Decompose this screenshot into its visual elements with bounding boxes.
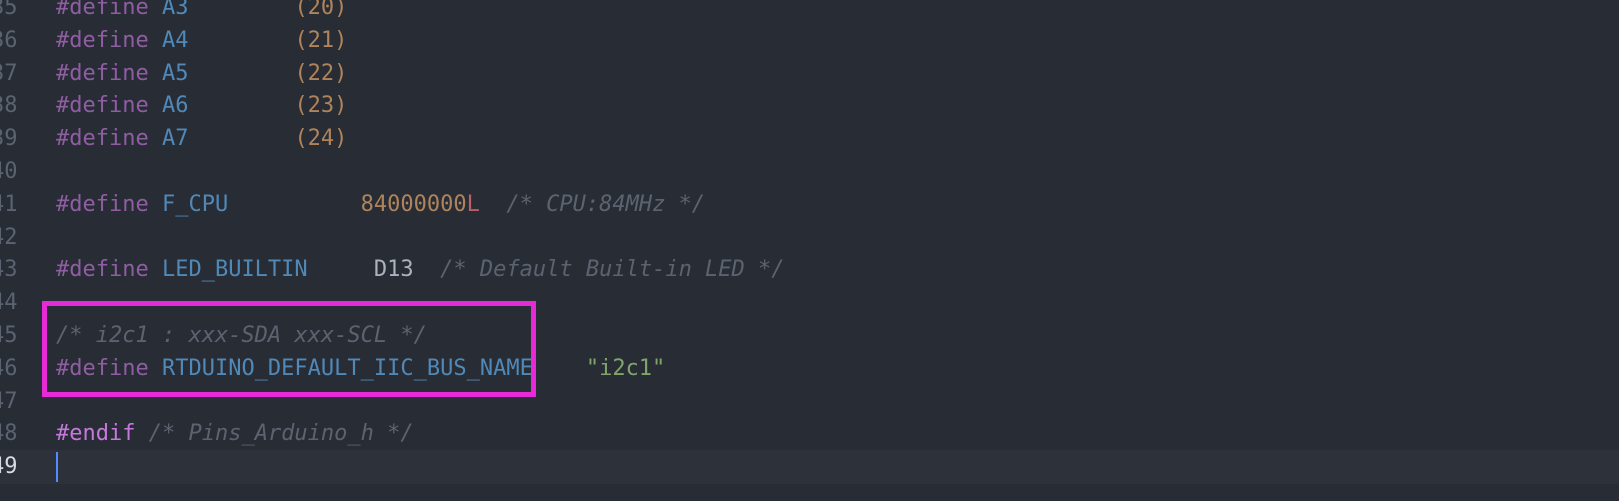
code-token: A3 bbox=[161, 0, 189, 20]
code-token: (22) bbox=[294, 60, 348, 86]
line-number: 35 bbox=[0, 0, 18, 20]
code-token: #define bbox=[56, 60, 149, 86]
code-token: #define bbox=[56, 0, 149, 20]
code-token: 84000000 bbox=[360, 191, 467, 217]
code-token: A7 bbox=[161, 126, 189, 152]
line-number: 48 bbox=[0, 421, 18, 447]
code-line[interactable]: 40 bbox=[0, 155, 1619, 189]
text-cursor bbox=[56, 452, 58, 483]
code-token: L bbox=[466, 191, 480, 217]
code-token: /* Default Built-in LED */ bbox=[440, 257, 785, 283]
code-text: #define A3 (20) bbox=[56, 0, 347, 25]
code-line[interactable]: 35 #define A3 (20) bbox=[0, 0, 1619, 25]
code-token: #define bbox=[56, 257, 149, 283]
code-text: #define A6 (23) bbox=[56, 89, 347, 123]
code-line[interactable]: 49 bbox=[0, 450, 1619, 484]
line-number: 44 bbox=[0, 290, 18, 316]
code-token: #define bbox=[56, 27, 149, 53]
line-number: 37 bbox=[0, 60, 18, 86]
code-token: A6 bbox=[161, 93, 189, 119]
code-text: #define A5 (22) bbox=[56, 57, 347, 91]
line-number: 43 bbox=[0, 257, 18, 283]
code-token: (21) bbox=[294, 27, 348, 53]
code-token: (20) bbox=[294, 0, 348, 20]
code-token: A5 bbox=[161, 60, 189, 86]
line-number: 49 bbox=[0, 454, 18, 480]
code-token: LED_BUILTIN bbox=[161, 257, 308, 283]
code-line[interactable]: 36 #define A4 (21) bbox=[0, 24, 1619, 58]
code-text: #define A7 (24) bbox=[56, 122, 347, 156]
code-text: #define LED_BUILTIN D13 /* Default Built… bbox=[56, 253, 785, 287]
code-token: /* Pins_Arduino_h */ bbox=[148, 421, 414, 447]
code-token: "i2c1" bbox=[585, 355, 666, 381]
code-token: (23) bbox=[294, 93, 348, 119]
line-number: 40 bbox=[0, 159, 18, 184]
line-number: 38 bbox=[0, 93, 18, 119]
code-line[interactable]: 38 #define A6 (23) bbox=[0, 89, 1619, 123]
code-line[interactable]: 41 #define F_CPU 84000000L /* CPU:84MHz *… bbox=[0, 188, 1619, 222]
code-token: D13 bbox=[373, 257, 414, 283]
annotation-highlight-box bbox=[42, 301, 536, 397]
code-line[interactable]: 39 #define A7 (24) bbox=[0, 122, 1619, 156]
code-editor[interactable]: 35 #define A3 (20) 36 #define A4 (21) 37 #def… bbox=[0, 0, 1619, 501]
code-text: #endif /* Pins_Arduino_h */ bbox=[56, 417, 414, 451]
code-token: #endif bbox=[56, 421, 136, 447]
code-token: A4 bbox=[161, 27, 189, 53]
line-number: 47 bbox=[0, 388, 18, 414]
line-number: 39 bbox=[0, 126, 18, 152]
code-token: F_CPU bbox=[161, 191, 229, 217]
line-number: 42 bbox=[0, 224, 18, 250]
code-token: /* CPU:84MHz */ bbox=[506, 191, 706, 217]
code-token: #define bbox=[56, 93, 149, 119]
code-token: #define bbox=[56, 191, 149, 217]
code-token: (24) bbox=[294, 126, 348, 152]
line-number: 41 bbox=[0, 191, 18, 217]
code-token: #define bbox=[56, 126, 149, 152]
code-text: #define A4 (21) bbox=[56, 24, 347, 58]
line-number: 36 bbox=[0, 27, 18, 53]
code-text: #define F_CPU 84000000L /* CPU:84MHz */ bbox=[56, 188, 705, 222]
code-line[interactable]: 48 #endif /* Pins_Arduino_h */ bbox=[0, 417, 1619, 451]
line-number: 46 bbox=[0, 355, 18, 381]
line-number: 45 bbox=[0, 323, 18, 348]
code-line[interactable]: 42 bbox=[0, 221, 1619, 255]
code-line[interactable]: 37 #define A5 (22) bbox=[0, 57, 1619, 91]
code-line[interactable]: 43 #define LED_BUILTIN D13 /* Default Bui… bbox=[0, 253, 1619, 287]
